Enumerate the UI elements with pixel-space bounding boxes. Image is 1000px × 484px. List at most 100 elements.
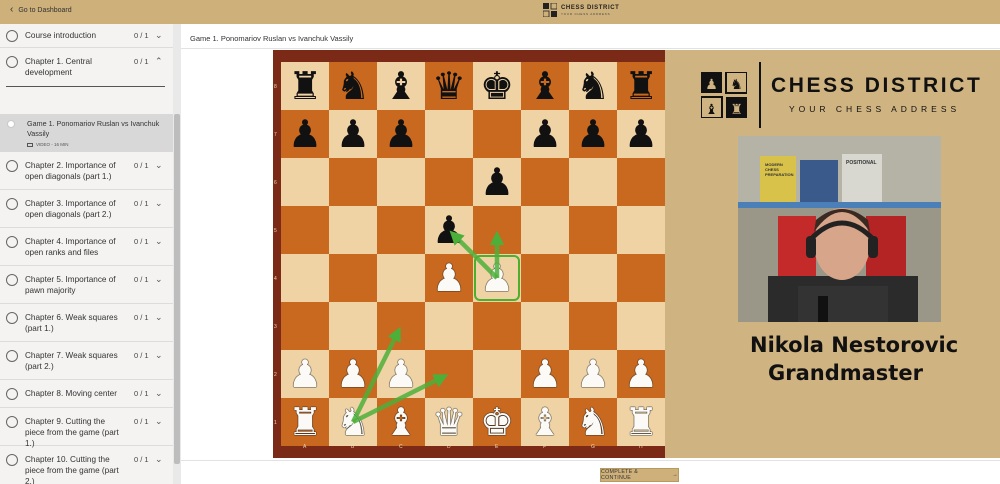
lesson-status-icon — [7, 120, 15, 128]
black-pawn-icon: ♟ — [575, 112, 611, 156]
video-player[interactable]: 87654321 ♜ ♞ ♝ ♛ ♚ ♝ ♞ ♜ ♟ ♟ ♟ ♟ ♟ ♟ ♟ ♟ ♟ ♟ ♟ ♟ ♟ ♟ ♟ ♟ ♜ ♞ ♝ ♛ ♚ ♝ ♞… — [273, 50, 1000, 458]
progress-circle-icon — [6, 454, 18, 466]
lesson-item-current[interactable]: Game 1. Ponomariov Ruslan vs Ivanchuk Va… — [0, 114, 173, 152]
book-spine-1: MODERN CHESS PREPARATION — [765, 162, 794, 177]
square-e3 — [473, 302, 521, 350]
brand-logo[interactable]: CHESS DISTRICT YOUR CHESS ADDRESS — [543, 3, 619, 17]
black-pawn-icon: ♟ — [287, 112, 323, 156]
square-a5 — [281, 206, 329, 254]
chapter-7[interactable]: Chapter 7. Weak squares (part 2.) 0 / 1 … — [0, 342, 173, 380]
white-pawn-icon: ♟ — [623, 352, 659, 396]
progress-circle-icon — [6, 416, 18, 428]
progress-circle-icon — [6, 30, 18, 42]
square-h3 — [617, 302, 665, 350]
square-f3 — [521, 302, 569, 350]
chapter-progress: 0 / 1 — [134, 275, 149, 284]
square-c3 — [377, 302, 425, 350]
chapter-progress: 0 / 1 — [134, 351, 149, 360]
brand-name: CHESS DISTRICT — [561, 4, 620, 11]
go-to-dashboard-label: Go to Dashboard — [18, 6, 72, 14]
chess-board: ♜ ♞ ♝ ♛ ♚ ♝ ♞ ♜ ♟ ♟ ♟ ♟ ♟ ♟ ♟ ♟ ♟ ♟ ♟ ♟ ♟ ♟ ♟ ♟ ♜ ♞ ♝ ♛ ♚ ♝ ♞ ♜ — [281, 62, 665, 446]
complete-button-label: COMPLETE & CONTINUE — [601, 469, 639, 481]
white-knight-icon: ♞ — [335, 400, 371, 444]
chapter-title: Course introduction — [25, 31, 96, 40]
chapter-progress: 0 / 1 — [134, 237, 149, 246]
file-label: B — [351, 444, 355, 450]
chapter-progress: 0 / 1 — [134, 31, 149, 40]
chess-board-frame: 87654321 ♜ ♞ ♝ ♛ ♚ ♝ ♞ ♜ ♟ ♟ ♟ ♟ ♟ ♟ ♟ ♟ ♟ ♟ ♟ ♟ ♟ ♟ ♟ ♟ ♜ ♞ ♝ ♛ ♚ ♝ ♞… — [273, 50, 665, 458]
file-label: D — [447, 444, 451, 450]
square-d6 — [425, 158, 473, 206]
go-to-dashboard-link[interactable]: ‹ Go to Dashboard — [10, 5, 72, 15]
svg-text:♜: ♜ — [730, 102, 743, 118]
black-bishop-icon: ♝ — [527, 64, 563, 108]
black-queen-icon: ♛ — [431, 64, 467, 108]
square-g6 — [569, 158, 617, 206]
chevron-down-icon: ⌄ — [155, 198, 163, 208]
svg-text:♟: ♟ — [705, 77, 718, 93]
square-a3 — [281, 302, 329, 350]
chapter-5[interactable]: Chapter 5. Importance of pawn majority 0… — [0, 266, 173, 304]
progress-circle-icon — [6, 198, 18, 210]
chapter-course-introduction[interactable]: Course introduction 0 / 1 ⌄ — [0, 24, 173, 48]
file-label: A — [303, 444, 307, 450]
chapter-progress: 0 / 1 — [134, 161, 149, 170]
progress-circle-icon — [6, 274, 18, 286]
progress-circle-icon — [6, 350, 18, 362]
chapter-10[interactable]: Chapter 10. Cutting the piece from the g… — [0, 446, 173, 484]
chapter-9[interactable]: Chapter 9. Cutting the piece from the ga… — [0, 408, 173, 448]
rank-label: 5 — [274, 228, 277, 234]
sidebar-scrollbar-thumb[interactable] — [174, 114, 180, 464]
square-h6 — [617, 158, 665, 206]
chevron-down-icon: ⌄ — [155, 236, 163, 246]
chevron-up-icon: ⌃ — [155, 56, 163, 66]
arrow-right-icon: → — [672, 472, 678, 478]
file-label: C — [399, 444, 403, 450]
svg-text:♝: ♝ — [705, 102, 718, 118]
square-b3 — [329, 302, 377, 350]
chapter-title: Chapter 4. Importance of open ranks and … — [25, 237, 116, 257]
file-labels: A B C D E F G H — [281, 444, 665, 454]
square-b6 — [329, 158, 377, 206]
video-brand-panel: ♟ ♞ ♝ ♜ CHESS DISTRICT YOUR CHESS ADDRES… — [665, 50, 1000, 458]
black-rook-icon: ♜ — [287, 64, 323, 108]
chapter-1[interactable]: Chapter 1. Central development 0 / 1 ⌃ — [0, 48, 173, 114]
lesson-header-title: Game 1. Ponomariov Ruslan vs Ivanchuk Va… — [190, 34, 354, 43]
progress-circle-icon — [6, 388, 18, 400]
white-pawn-icon: ♟ — [383, 352, 419, 396]
top-bar: ‹ Go to Dashboard CHESS DISTRICT YOUR CH… — [0, 0, 1000, 24]
chapter-progress: 0 / 1 — [134, 417, 149, 426]
square-e7 — [473, 110, 521, 158]
chess-district-logo-icon: ♟ ♞ ♝ ♜ — [701, 72, 747, 118]
square-g3 — [569, 302, 617, 350]
chapter-6[interactable]: Chapter 6. Weak squares (part 1.) 0 / 1 … — [0, 304, 173, 342]
chapter-title: Chapter 3. Importance of open diagonals … — [25, 199, 116, 219]
black-pawn-icon: ♟ — [431, 208, 467, 252]
black-king-icon: ♚ — [479, 64, 515, 108]
lesson-meta-label: VIDEO - 16 MIN — [36, 142, 69, 147]
rank-labels: 8 7 6 5 4 3 2 1 — [273, 62, 281, 446]
sidebar-scrollbar[interactable] — [173, 24, 181, 484]
white-bishop-icon: ♝ — [527, 400, 563, 444]
black-pawn-icon: ♟ — [383, 112, 419, 156]
chapter-8[interactable]: Chapter 8. Moving center 0 / 1 ⌄ — [0, 380, 173, 408]
file-label: F — [543, 444, 547, 450]
progress-circle-icon — [6, 160, 18, 172]
square-c4 — [377, 254, 425, 302]
chapter-title: Chapter 1. Central development — [25, 57, 92, 77]
square-c6 — [377, 158, 425, 206]
complete-and-continue-button[interactable]: COMPLETE & CONTINUE → — [600, 468, 679, 482]
chapter-3[interactable]: Chapter 3. Importance of open diagonals … — [0, 190, 173, 228]
course-sidebar: Course introduction 0 / 1 ⌄ Chapter 1. C… — [0, 24, 181, 484]
chevron-down-icon: ⌄ — [155, 312, 163, 322]
chapter-2[interactable]: Chapter 2. Importance of open diagonals … — [0, 152, 173, 190]
black-pawn-icon: ♟ — [335, 112, 371, 156]
highlighted-square — [474, 255, 520, 301]
file-label: G — [591, 444, 595, 450]
black-pawn-icon: ♟ — [479, 160, 515, 204]
file-label: H — [639, 444, 643, 450]
progress-circle-icon — [6, 312, 18, 324]
chess-logo-icon — [543, 3, 557, 17]
svg-text:♞: ♞ — [730, 77, 743, 93]
chapter-4[interactable]: Chapter 4. Importance of open ranks and … — [0, 228, 173, 266]
